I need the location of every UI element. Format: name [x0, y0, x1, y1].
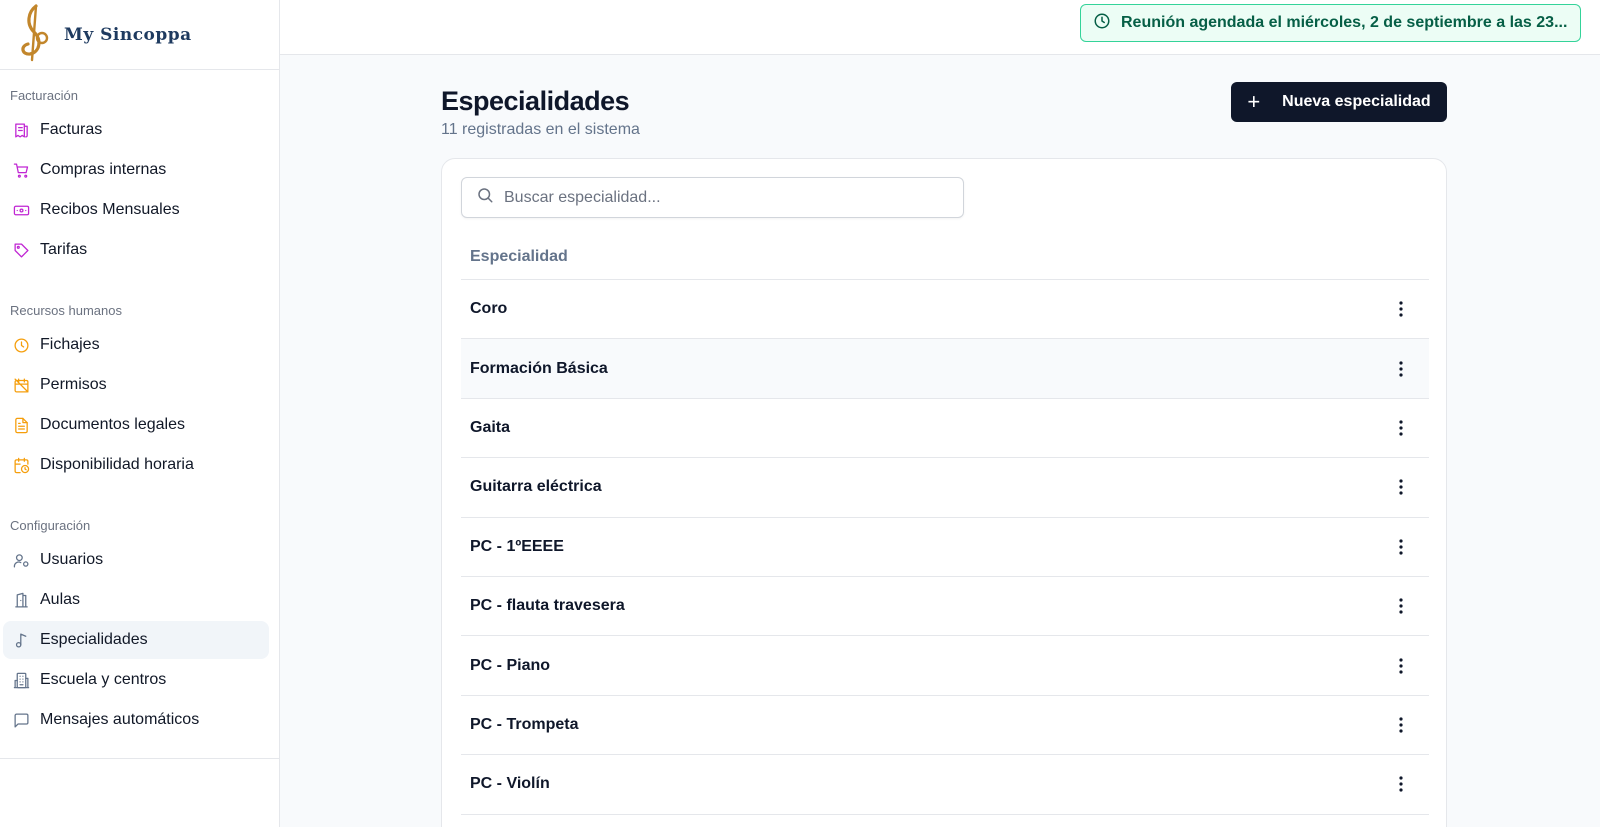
sidebar-item-label: Documentos legales	[40, 416, 185, 433]
row-label: Guitarra eléctrica	[470, 478, 602, 496]
row-label: PC - 1ºEEEE	[470, 537, 564, 555]
row-label: Formación Básica	[470, 359, 608, 377]
sidebar-item-label: Especialidades	[40, 631, 148, 648]
divider	[0, 758, 279, 759]
sidebar-item-fichajes[interactable]: Fichajes	[3, 326, 269, 364]
search-icon	[476, 186, 504, 209]
brand[interactable]: My Sincoppa	[0, 0, 279, 70]
row-label: PC - Violín	[470, 775, 550, 793]
nav-section-recursos-humanos: Recursos humanos Fichajes Permisos Docum…	[0, 293, 279, 484]
sidebar-item-especialidades[interactable]: Especialidades	[3, 621, 269, 659]
sidebar-item-compras-internas[interactable]: Compras internas	[3, 151, 269, 189]
clock-icon	[1093, 12, 1121, 35]
message-square-icon	[11, 710, 31, 730]
specialties-table: Especialidad Coro Formación Básica Gaita…	[461, 235, 1429, 815]
search-box[interactable]	[461, 177, 964, 218]
sidebar-item-label: Disponibilidad horaria	[40, 456, 194, 473]
sidebar-item-label: Aulas	[40, 591, 81, 608]
nav-section-configuracion: Configuración Usuarios Aulas Especialida…	[0, 508, 279, 739]
sidebar-nav: Facturación Facturas Compras internas Re…	[0, 70, 279, 739]
sidebar-item-label: Escuela y centros	[40, 671, 167, 688]
more-vertical-icon[interactable]	[1391, 656, 1411, 676]
table-row[interactable]: Coro	[461, 280, 1429, 340]
receipt-icon	[11, 120, 31, 140]
main-content: Especialidades 11 registradas en el sist…	[441, 80, 1447, 827]
sidebar-item-disponibilidad-horaria[interactable]: Disponibilidad horaria	[3, 446, 269, 484]
calendar-off-icon	[11, 375, 31, 395]
more-vertical-icon[interactable]	[1391, 418, 1411, 438]
search-input[interactable]	[504, 188, 944, 207]
more-vertical-icon[interactable]	[1391, 596, 1411, 616]
user-cog-icon	[11, 550, 31, 570]
treble-clef-icon	[14, 2, 54, 67]
brand-name: My Sincoppa	[64, 24, 192, 45]
sidebar-item-facturas[interactable]: Facturas	[3, 111, 269, 149]
sidebar-item-label: Mensajes automáticos	[40, 711, 200, 728]
more-vertical-icon[interactable]	[1391, 477, 1411, 497]
section-title: Facturación	[10, 88, 78, 103]
calendar-clock-icon	[11, 455, 31, 475]
building-icon	[11, 670, 31, 690]
row-label: PC - Trompeta	[470, 715, 579, 733]
music-note-icon	[11, 630, 31, 650]
table-row[interactable]: PC - 1ºEEEE	[461, 518, 1429, 577]
more-vertical-icon[interactable]	[1391, 774, 1411, 794]
sidebar-item-label: Recibos Mensuales	[40, 201, 180, 218]
sidebar-item-documentos-legales[interactable]: Documentos legales	[3, 406, 269, 444]
nav-section-facturacion: Facturación Facturas Compras internas Re…	[0, 78, 279, 269]
table-row[interactable]: PC - Trompeta	[461, 696, 1429, 756]
section-title: Recursos humanos	[10, 303, 122, 318]
file-text-icon	[11, 415, 31, 435]
row-label: PC - Piano	[470, 656, 551, 674]
sidebar-item-label: Fichajes	[40, 336, 100, 353]
sidebar-item-label: Compras internas	[40, 161, 167, 178]
sidebar-item-tarifas[interactable]: Tarifas	[3, 231, 269, 269]
table-row[interactable]: PC - Violín	[461, 755, 1429, 815]
more-vertical-icon[interactable]	[1391, 299, 1411, 319]
sidebar-item-label: Facturas	[40, 121, 103, 138]
clock-icon	[11, 335, 31, 355]
plus-icon: +	[1247, 89, 1261, 114]
sidebar-item-escuela-y-centros[interactable]: Escuela y centros	[3, 661, 269, 699]
sidebar-item-label: Tarifas	[40, 241, 88, 258]
row-label: PC - flauta travesera	[470, 597, 625, 615]
table-row[interactable]: PC - flauta travesera	[461, 577, 1429, 637]
shopping-cart-icon	[11, 160, 31, 180]
row-label: Gaita	[470, 418, 511, 436]
sidebar-item-aulas[interactable]: Aulas	[3, 581, 269, 619]
more-vertical-icon[interactable]	[1391, 715, 1411, 735]
section-title: Configuración	[10, 518, 91, 533]
sidebar: My Sincoppa Facturación Facturas Compras…	[0, 0, 280, 827]
sidebar-item-recibos-mensuales[interactable]: Recibos Mensuales	[3, 191, 269, 229]
meeting-notice[interactable]: Reunión agendada el miércoles, 2 de sept…	[1080, 4, 1581, 42]
more-vertical-icon[interactable]	[1391, 359, 1411, 379]
specialties-card: Especialidad Coro Formación Básica Gaita…	[441, 158, 1447, 827]
sidebar-item-mensajes-automaticos[interactable]: Mensajes automáticos	[3, 701, 269, 739]
column-header-especialidad[interactable]: Especialidad	[461, 235, 1429, 280]
table-row[interactable]: Formación Básica	[461, 339, 1429, 399]
page-subtitle: 11 registradas en el sistema	[441, 121, 640, 138]
sidebar-item-permisos[interactable]: Permisos	[3, 366, 269, 404]
door-icon	[11, 590, 31, 610]
topbar: Reunión agendada el miércoles, 2 de sept…	[280, 0, 1600, 55]
sidebar-item-label: Usuarios	[40, 551, 104, 568]
new-specialty-label: Nueva especialidad	[1282, 93, 1431, 110]
new-specialty-button[interactable]: + Nueva especialidad	[1231, 82, 1447, 122]
tag-icon	[11, 240, 31, 260]
sidebar-item-label: Permisos	[40, 376, 107, 393]
banknote-icon	[11, 200, 31, 220]
more-vertical-icon[interactable]	[1391, 537, 1411, 557]
row-label: Coro	[470, 300, 508, 318]
notice-text: Reunión agendada el miércoles, 2 de sept…	[1121, 14, 1568, 31]
table-row[interactable]: PC - Piano	[461, 636, 1429, 696]
table-row[interactable]: Guitarra eléctrica	[461, 458, 1429, 518]
table-row[interactable]: Gaita	[461, 399, 1429, 459]
sidebar-item-usuarios[interactable]: Usuarios	[3, 541, 269, 579]
